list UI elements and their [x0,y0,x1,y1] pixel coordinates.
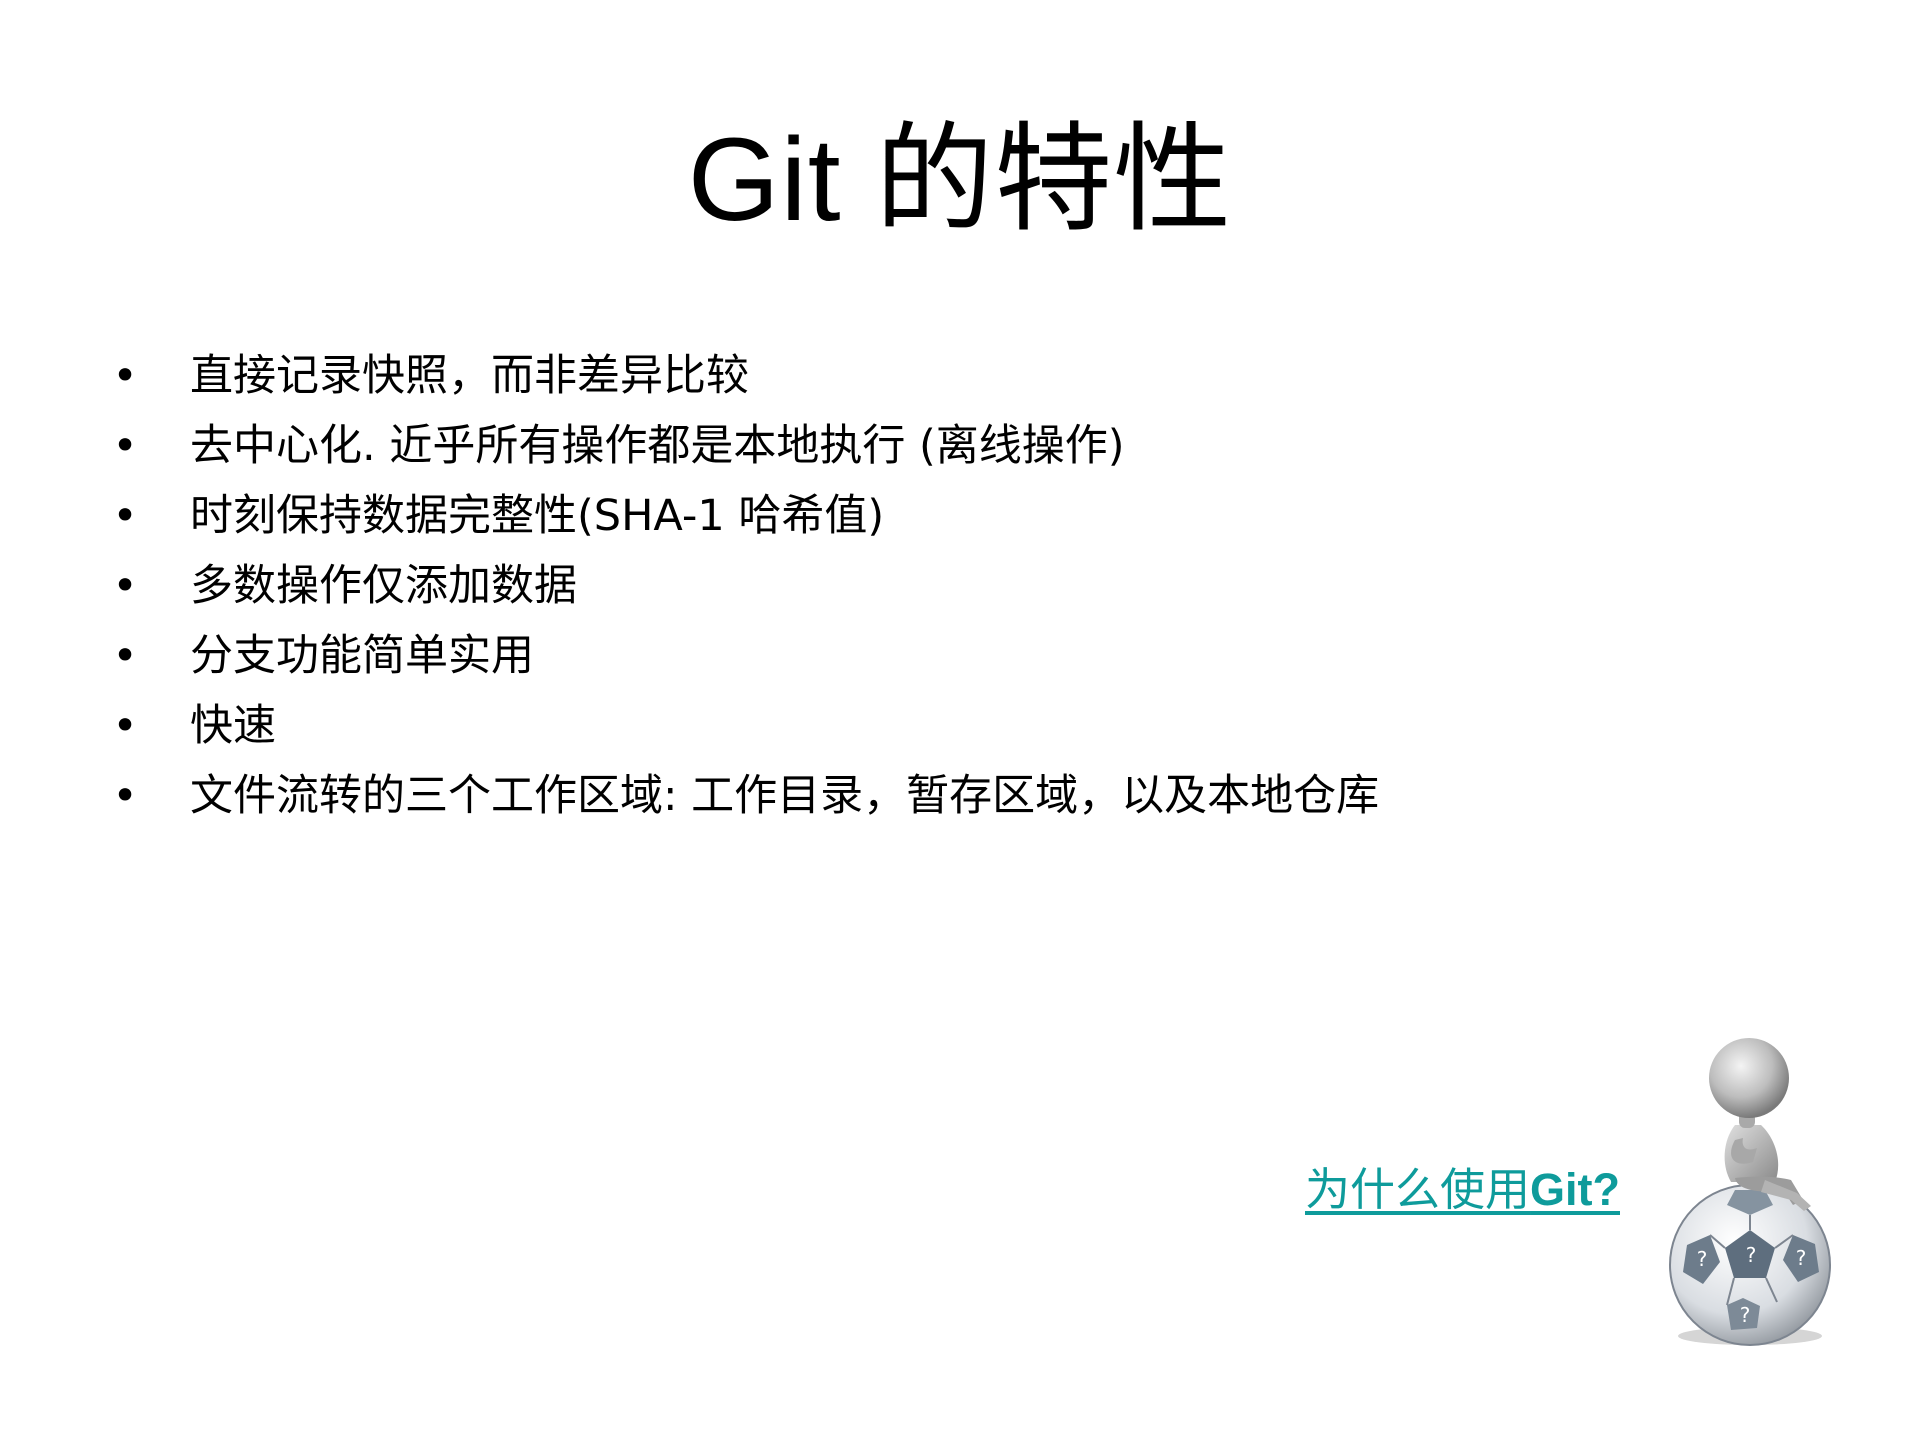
bullet-text: 分支功能简单实用 [190,631,534,681]
bullet-text: 快速 [190,701,276,751]
bullet-text: 多数操作仅添加数据 [190,561,577,611]
svg-text:?: ? [1746,1243,1757,1267]
bullet-dot-icon: • [112,561,138,611]
bullet-text: 去中心化. 近乎所有操作都是本地执行 (离线操作) [190,421,1125,471]
feature-bullet-list: • 直接记录快照，而非差异比较 • 去中心化. 近乎所有操作都是本地执行 (离线… [110,347,1410,837]
bullet-dot-icon: • [112,701,138,751]
bullet-item: • 多数操作仅添加数据 [110,557,1410,615]
why-use-git-link-git: Git? [1530,1164,1620,1215]
why-use-git-link-prefix: 为什么使用 [1305,1163,1531,1216]
bullet-item: • 分支功能简单实用 [110,627,1410,685]
bullet-item: • 时刻保持数据完整性(SHA-1 哈希值) [110,487,1410,545]
why-use-git-link[interactable]: 为什么使用Git? [1305,1160,1620,1220]
bullet-dot-icon: • [112,421,138,471]
bullet-item: • 去中心化. 近乎所有操作都是本地执行 (离线操作) [110,417,1410,475]
bullet-dot-icon: • [112,771,138,821]
svg-text:?: ? [1740,1303,1751,1327]
slide-title: Git 的特性 [687,114,1233,246]
bullet-dot-icon: • [112,491,138,541]
svg-text:?: ? [1796,1246,1807,1270]
bullet-text: 直接记录快照，而非差异比较 [190,351,749,401]
bullet-dot-icon: • [112,631,138,681]
bullet-item: • 快速 [110,697,1410,755]
thinker-on-question-ball-icon: ? ? ? ? [1665,1030,1835,1350]
bullet-item: • 文件流转的三个工作区域: 工作目录，暂存区域，以及本地仓库 [110,767,1410,825]
bullet-text: 文件流转的三个工作区域: 工作目录，暂存区域，以及本地仓库 [190,771,1380,821]
bullet-text: 时刻保持数据完整性(SHA-1 哈希值) [190,491,885,541]
svg-text:?: ? [1697,1247,1708,1271]
bullet-dot-icon: • [112,351,138,401]
bullet-item: • 直接记录快照，而非差异比较 [110,347,1410,405]
